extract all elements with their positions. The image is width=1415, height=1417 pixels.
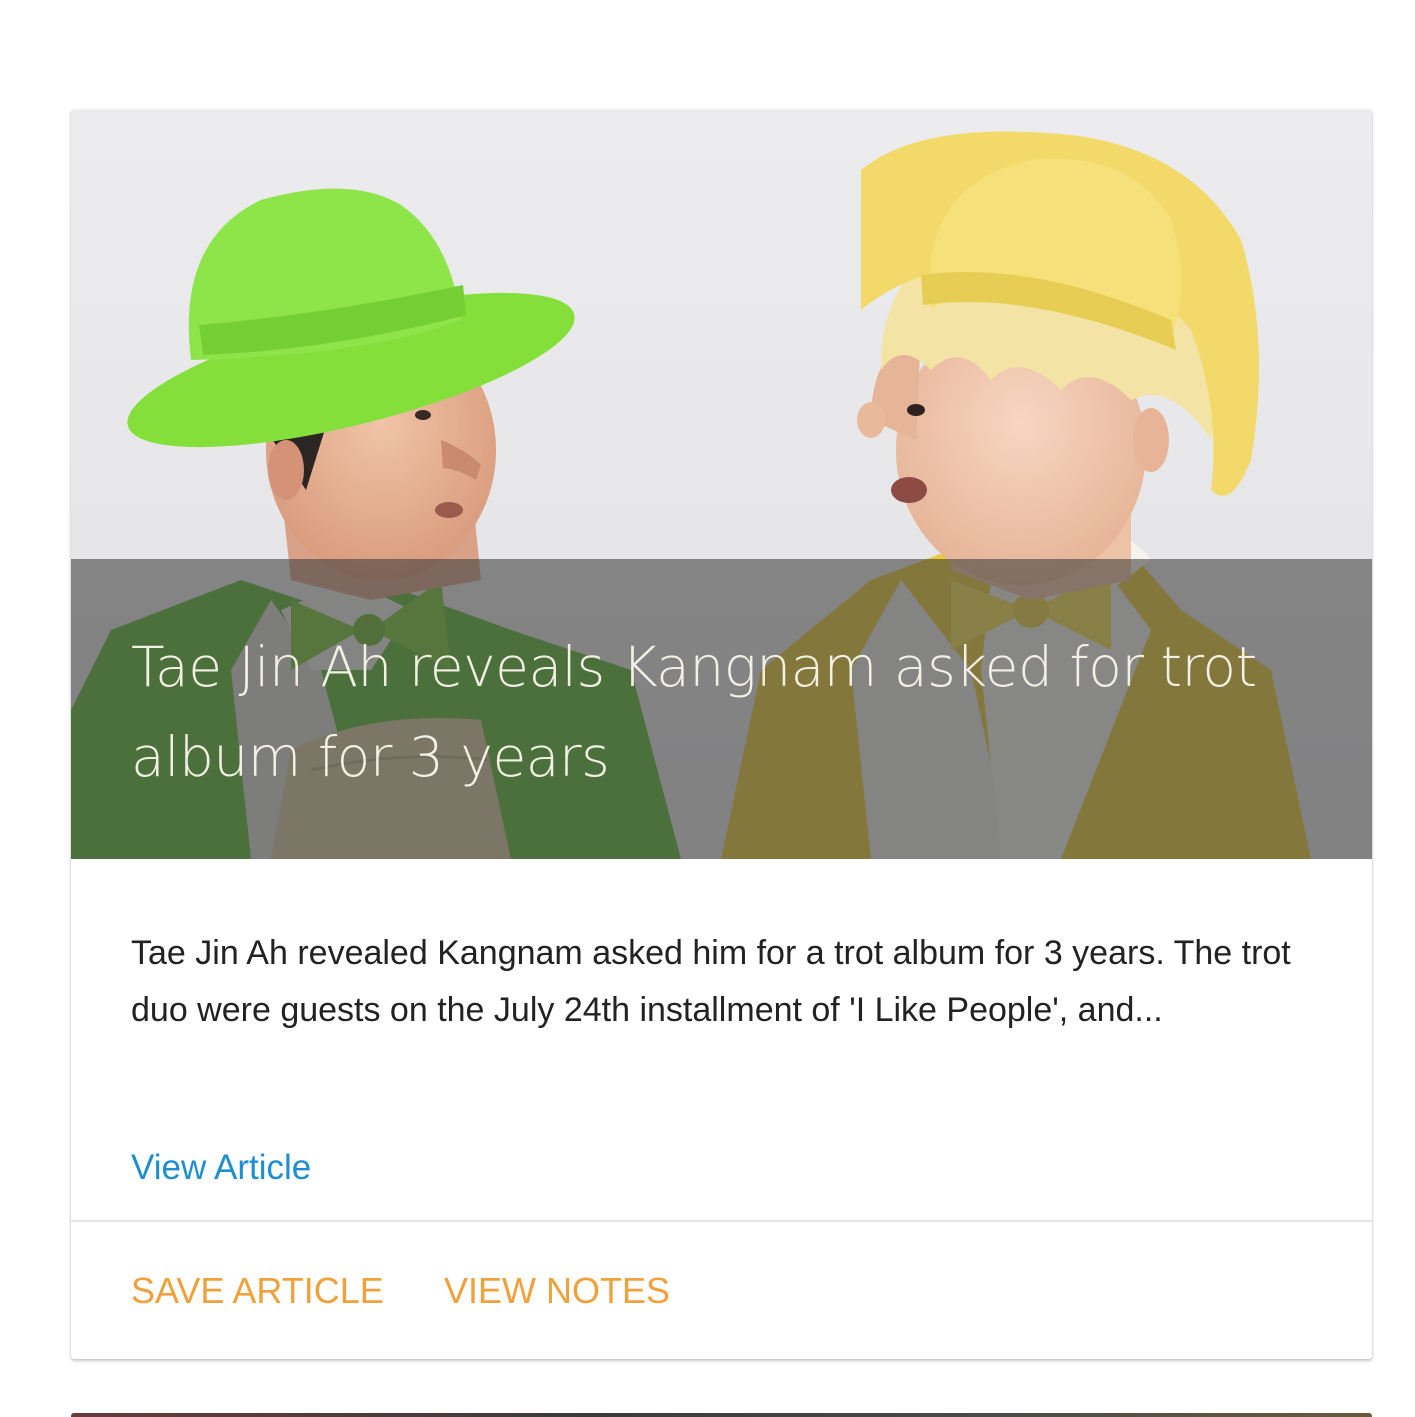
article-image[interactable]: Tae Jin Ah reveals Kangnam asked for tro… (71, 110, 1372, 859)
page: Tae Jin Ah reveals Kangnam asked for tro… (0, 0, 1415, 1417)
card-content: Tae Jin Ah revealed Kangnam asked him fo… (71, 859, 1372, 1221)
article-card: Tae Jin Ah reveals Kangnam asked for tro… (71, 110, 1372, 1359)
view-notes-button[interactable]: VIEW NOTES (444, 1270, 670, 1312)
save-article-button[interactable]: SAVE ARTICLE (131, 1270, 384, 1312)
view-article-link[interactable]: View Article (131, 1148, 311, 1188)
next-card-top-edge (71, 1413, 1372, 1417)
card-actions: SAVE ARTICLE VIEW NOTES (71, 1222, 1372, 1359)
article-summary: Tae Jin Ah revealed Kangnam asked him fo… (131, 934, 1291, 1029)
article-title[interactable]: Tae Jin Ah reveals Kangnam asked for tro… (131, 622, 1291, 802)
